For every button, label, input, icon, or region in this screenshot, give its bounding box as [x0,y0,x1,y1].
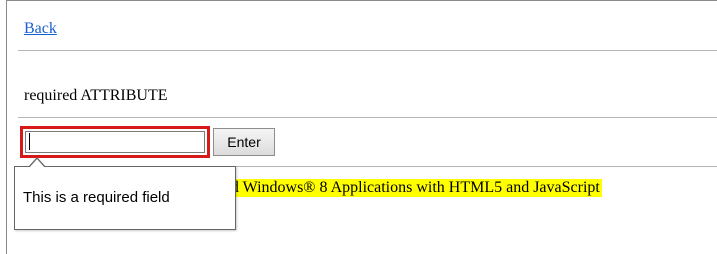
text-caret [29,133,30,150]
required-input-invalid-outline [20,126,210,158]
enter-button[interactable]: Enter [213,128,275,156]
back-link[interactable]: Back [24,20,57,38]
validation-tooltip: This is a required field [14,157,236,230]
highlighted-footer-text: ild Windows® 8 Applications with HTML5 a… [220,179,602,197]
divider [18,50,717,51]
section-heading: required ATTRIBUTE [24,87,168,104]
validation-message: This is a required field [23,189,170,206]
required-text-input[interactable] [25,131,205,153]
divider [18,117,717,118]
tooltip-arrow-fill [29,159,45,168]
